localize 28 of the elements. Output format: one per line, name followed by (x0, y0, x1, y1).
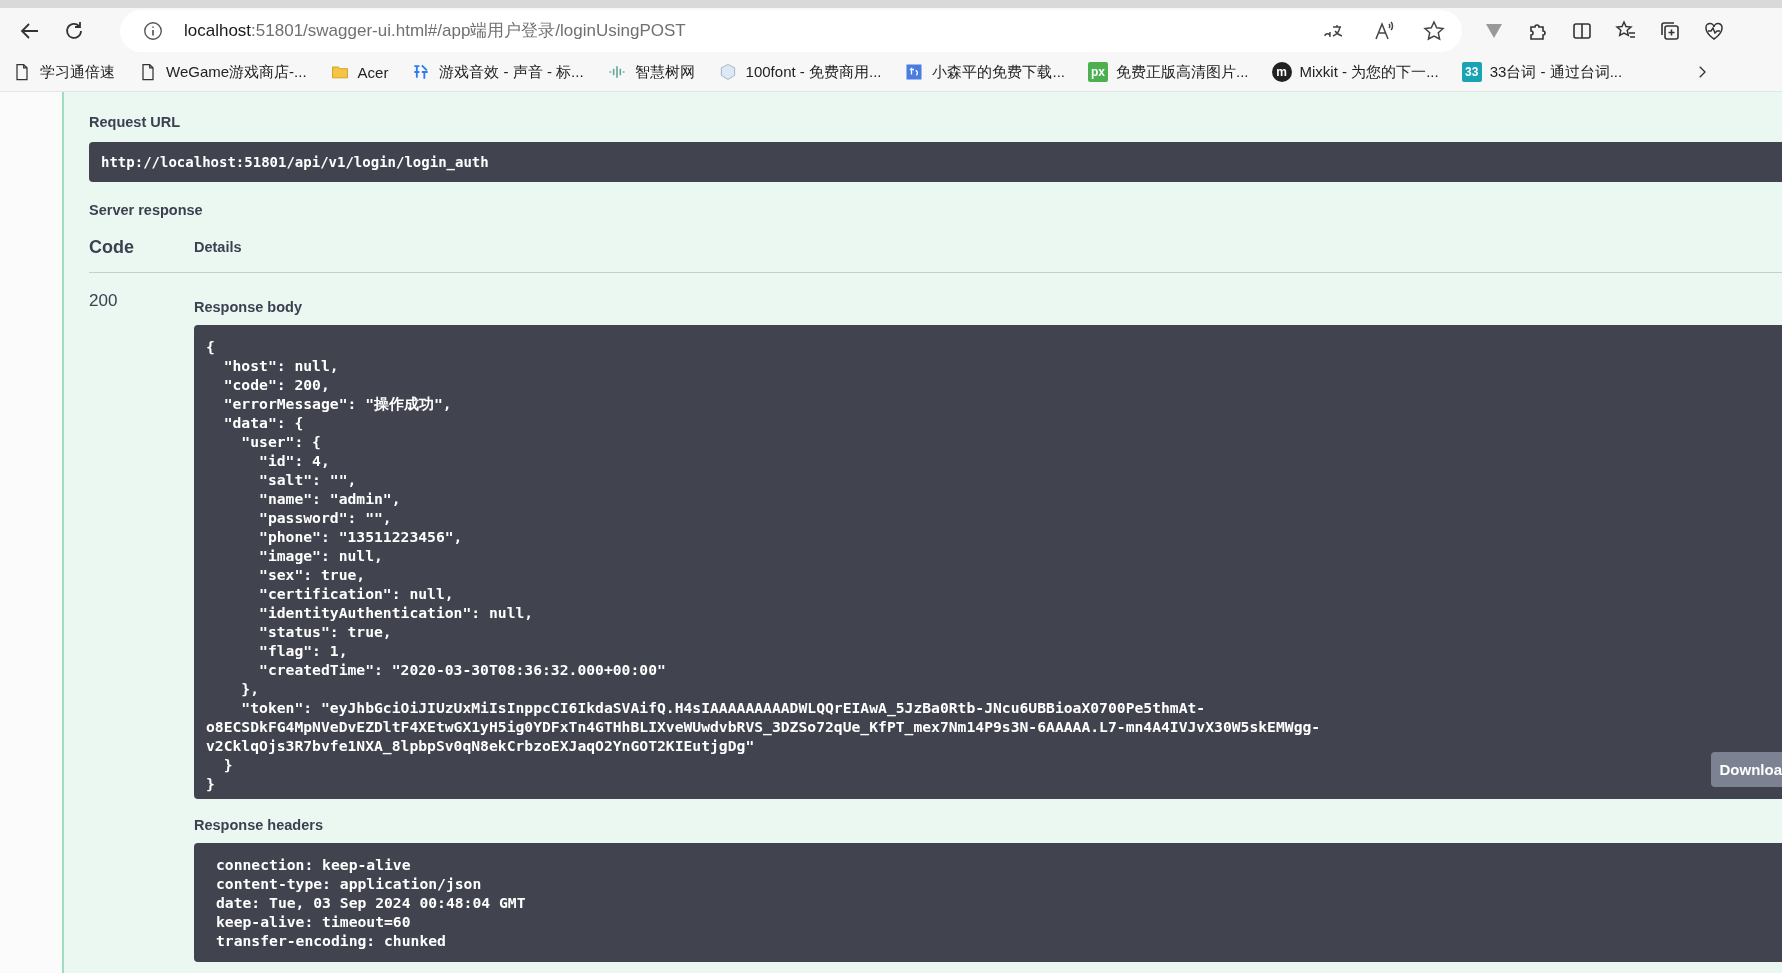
site-logo-icon: m (1271, 62, 1292, 82)
bookmark[interactable]: 33 33台词 - 通过台词... (1461, 62, 1623, 82)
section-label: Response headers (194, 817, 324, 833)
bookmark[interactable]: m Mixkit - 为您的下一... (1271, 62, 1439, 82)
url-text: localhost:51801/swagger-ui.html#/app端用户登录/loginUsingPOST (184, 20, 686, 42)
download-button[interactable]: Downloa (1710, 752, 1782, 787)
section-label: Request URL (89, 114, 182, 130)
section-label: Response body (194, 299, 303, 315)
column-header: Code (89, 236, 135, 258)
site-logo-icon: px (1088, 62, 1108, 82)
bookmark[interactable]: 100font - 免费商用... (717, 62, 882, 82)
bookmark[interactable]: 小森平的免费下载... (904, 62, 1065, 82)
section-label: Server response (89, 202, 204, 218)
response-headers-code: connection: keep-alive content-type: application/json date: Tue, 03 Sep 2024 00:48:04 GMT keep-alive: timeout=60 transfer-encoding: chunked (216, 855, 526, 950)
status-code: 200 (89, 291, 118, 310)
bookmark[interactable]: 智慧树网 (606, 62, 695, 82)
bookmark[interactable]: 学习通倍速 (12, 62, 115, 82)
info-icon[interactable] (142, 19, 164, 42)
address-bar[interactable]: localhost:51801/swagger-ui.html#/app端用户登录/loginUsingPOST (120, 9, 1462, 52)
response-body-code: { "host": null, "code": 200, "errorMessage": "操作成功", "data": { "user": { "id": 4, "salt": "", "name": "admin", "password": "", "phone": "13511223456", "image": null, "sex": true, "certification": null, "identityAuthentication": null, "status": true, "flag": 1, "createdTime": "2020-03-30T08:36:32.000+00:00" }, "token": "eyJhbGciOiJIUzUxMiIsInppcCI6IkdaSVAifQ.H4sIAAAAAAAAADWLQQrEIAwA_5JzBa0Rtb-JNcu6UBBioaX0700Pe5thmAt- o8ECSDkFG4MpNVeDvEZDltF4XEtwGX1yH5ig0YDFxTn4GTHhBLIXveWUwdvbRVS_3DZSo72qUe_KfPT_mex7Nm14P9s3N-6AAAAA.L7-mn4A4IVJvX30W5skEMWgg- v2CklqOjs3R7bvfe1NXA_8lpbpSv0qN8ekCrbzoEXJaqO2YnGOT2KIEutjgDg" } } (206, 337, 1321, 793)
bookmark[interactable]: px 免费正版高清图片... (1088, 62, 1249, 82)
column-header: Details (194, 239, 242, 255)
star-icon[interactable] (1422, 18, 1446, 43)
bookmark[interactable]: WeGame游戏商店-... (138, 62, 307, 82)
request-url: http://localhost:51801/api/v1/login/login_auth (89, 142, 1782, 182)
site-logo-icon: 33 (1461, 62, 1482, 82)
bookmark[interactable]: Acer (329, 62, 389, 82)
bookmark[interactable]: 游戏音效 - 声音 - 标... (411, 62, 584, 82)
